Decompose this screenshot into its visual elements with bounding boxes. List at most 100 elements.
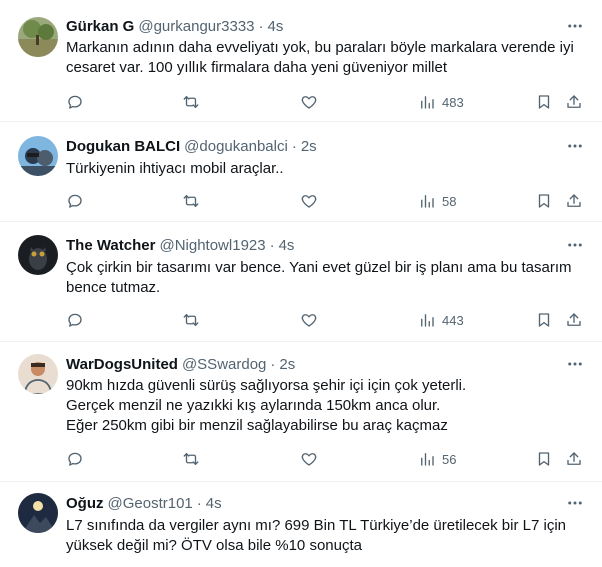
share-button[interactable] xyxy=(565,190,583,212)
author-name[interactable]: Oğuz xyxy=(66,495,104,512)
tweet-header: The Watcher @Nightowl1923 · 4s xyxy=(66,235,294,255)
like-icon xyxy=(300,450,318,468)
views-count: 58 xyxy=(442,193,457,209)
reply-button[interactable] xyxy=(66,309,84,331)
tweet[interactable]: Oğuz @Geostr101 · 4s L7 sınıfında da ver… xyxy=(0,482,602,567)
reply-icon xyxy=(66,192,84,210)
retweet-button[interactable] xyxy=(182,190,200,212)
views-button[interactable]: 483 xyxy=(418,91,464,113)
tweet-text-line: 90km hızda güvenli sürüş sağlıyorsa şehi… xyxy=(66,377,467,394)
more-icon[interactable] xyxy=(564,15,586,37)
like-icon xyxy=(300,93,318,111)
separator: · xyxy=(196,494,202,512)
avatar[interactable] xyxy=(18,354,58,394)
action-bar: 56 xyxy=(66,448,586,470)
reply-button[interactable] xyxy=(66,448,84,470)
retweet-icon xyxy=(182,192,200,210)
retweet-button[interactable] xyxy=(182,309,200,331)
author-handle[interactable]: @SSwardog xyxy=(182,356,266,373)
views-count: 56 xyxy=(442,451,457,467)
author-name[interactable]: WarDogsUnited xyxy=(66,356,178,373)
avatar[interactable] xyxy=(18,136,58,176)
tweet-text-line: L7 sınıfında da vergiler aynı mı? 699 Bi… xyxy=(66,517,566,534)
action-bar: 443 xyxy=(66,309,586,331)
reply-icon xyxy=(66,450,84,468)
tweet-header: Dogukan BALCI @dogukanbalci · 2s xyxy=(66,136,317,156)
more-icon[interactable] xyxy=(564,135,586,157)
reply-icon xyxy=(66,93,84,111)
bookmark-button[interactable] xyxy=(535,91,553,113)
timestamp[interactable]: 4s xyxy=(206,495,222,512)
action-bar: 483 xyxy=(66,91,586,113)
bookmark-button[interactable] xyxy=(535,448,553,470)
like-button[interactable] xyxy=(300,190,318,212)
like-icon xyxy=(300,311,318,329)
tweet-text: Çok çirkin bir tasarımı var bence. Yani … xyxy=(66,258,586,298)
avatar[interactable] xyxy=(18,493,58,533)
bookmark-icon xyxy=(535,93,553,111)
share-button[interactable] xyxy=(565,91,583,113)
author-name[interactable]: Gürkan G xyxy=(66,18,134,35)
tweet[interactable]: Gürkan G @gurkangur3333 · 4s Markanın ad… xyxy=(0,0,602,122)
reply-icon xyxy=(66,311,84,329)
timestamp[interactable]: 2s xyxy=(279,356,295,373)
retweet-button[interactable] xyxy=(182,448,200,470)
separator: · xyxy=(291,137,297,155)
action-bar: 58 xyxy=(66,190,586,212)
like-button[interactable] xyxy=(300,448,318,470)
separator: · xyxy=(269,236,275,254)
share-button[interactable] xyxy=(565,309,583,331)
tweet-header: Gürkan G @gurkangur3333 · 4s xyxy=(66,16,283,36)
share-icon xyxy=(565,192,583,210)
bookmark-button[interactable] xyxy=(535,309,553,331)
tweet-text-line: Türkiyenin ihtiyacı mobil araçlar.. xyxy=(66,160,284,177)
tweet[interactable]: The Watcher @Nightowl1923 · 4s Çok çirki… xyxy=(0,222,602,342)
views-button[interactable]: 56 xyxy=(418,448,456,470)
tweet-text-line: Gerçek menzil ne yazıkki kış aylarında 1… xyxy=(66,397,441,414)
like-button[interactable] xyxy=(300,309,318,331)
views-button[interactable]: 443 xyxy=(418,309,464,331)
tweet-text-line: yüksek değil mi? ÖTV olsa bile %10 sonuç… xyxy=(66,537,362,554)
tweet[interactable]: Dogukan BALCI @dogukanbalci · 2s Türkiye… xyxy=(0,122,602,222)
share-icon xyxy=(565,311,583,329)
more-icon[interactable] xyxy=(564,492,586,514)
author-name[interactable]: The Watcher xyxy=(66,237,155,254)
views-icon xyxy=(418,93,436,111)
tweet-text: 90km hızda güvenli sürüş sağlıyorsa şehi… xyxy=(66,376,586,436)
share-button[interactable] xyxy=(565,448,583,470)
retweet-button[interactable] xyxy=(182,91,200,113)
retweet-icon xyxy=(182,93,200,111)
like-button[interactable] xyxy=(300,91,318,113)
author-handle[interactable]: @dogukanbalci xyxy=(184,138,288,155)
avatar[interactable] xyxy=(18,17,58,57)
reply-button[interactable] xyxy=(66,91,84,113)
author-name[interactable]: Dogukan BALCI xyxy=(66,138,180,155)
tweet-text-line: bence tutmaz. xyxy=(66,279,161,296)
tweet-text-line: cesaret var. 100 yıllık firmalara daha y… xyxy=(66,59,448,76)
author-handle[interactable]: @Geostr101 xyxy=(108,495,193,512)
bookmark-button[interactable] xyxy=(535,190,553,212)
timestamp[interactable]: 2s xyxy=(301,138,317,155)
tweet-feed: Gürkan G @gurkangur3333 · 4s Markanın ad… xyxy=(0,0,602,567)
retweet-icon xyxy=(182,311,200,329)
tweet-text-line: Çok çirkin bir tasarımı var bence. Yani … xyxy=(66,259,572,276)
views-icon xyxy=(418,192,436,210)
tweet[interactable]: WarDogsUnited @SSwardog · 2s 90km hızda … xyxy=(0,342,602,482)
bookmark-icon xyxy=(535,311,553,329)
tweet-text-line: Markanın adının daha evveliyatı yok, bu … xyxy=(66,39,574,56)
share-icon xyxy=(565,450,583,468)
views-button[interactable]: 58 xyxy=(418,190,456,212)
reply-button[interactable] xyxy=(66,190,84,212)
tweet-text: Türkiyenin ihtiyacı mobil araçlar.. xyxy=(66,159,586,179)
more-icon[interactable] xyxy=(564,353,586,375)
author-handle[interactable]: @gurkangur3333 xyxy=(138,18,254,35)
more-icon[interactable] xyxy=(564,234,586,256)
bookmark-icon xyxy=(535,192,553,210)
timestamp[interactable]: 4s xyxy=(279,237,295,254)
author-handle[interactable]: @Nightowl1923 xyxy=(159,237,265,254)
timestamp[interactable]: 4s xyxy=(268,18,284,35)
bookmark-icon xyxy=(535,450,553,468)
share-icon xyxy=(565,93,583,111)
views-icon xyxy=(418,450,436,468)
avatar[interactable] xyxy=(18,235,58,275)
